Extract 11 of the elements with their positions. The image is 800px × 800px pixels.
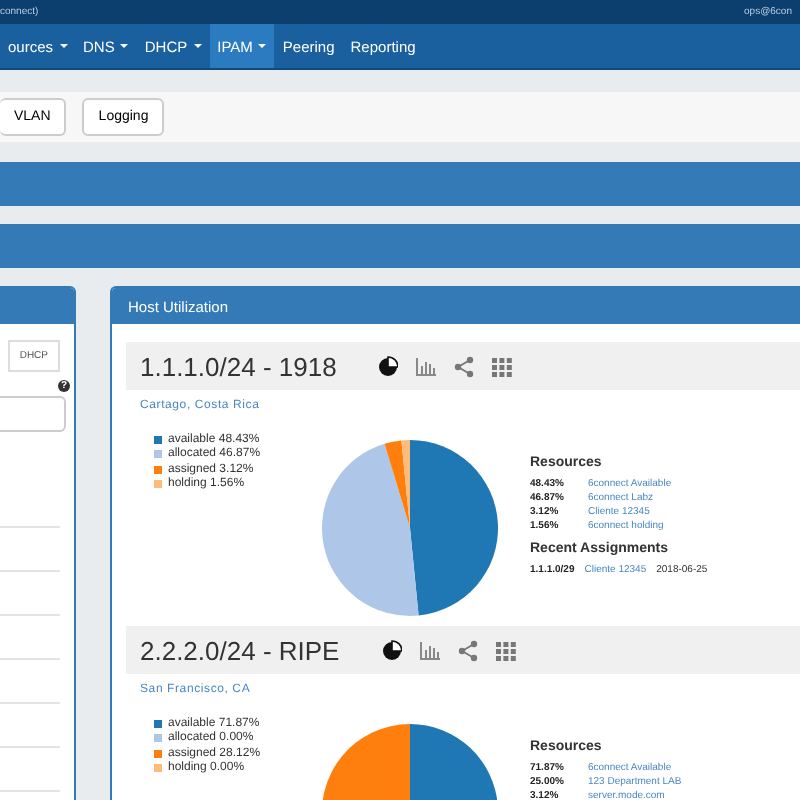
grid-icon[interactable]: [495, 639, 516, 661]
subnet-heading: 2.2.2.0/24 - RIPE: [140, 635, 340, 665]
bar-chart-icon[interactable]: [419, 639, 440, 661]
share-icon[interactable]: [457, 639, 478, 661]
grid-icon[interactable]: [492, 355, 513, 377]
pie-chart-icon[interactable]: [378, 355, 399, 377]
subnet-heading: 1.1.1.0/24 - 1918: [140, 351, 337, 381]
bar-chart-icon[interactable]: [416, 355, 437, 377]
share-icon[interactable]: [454, 355, 475, 377]
input-field[interactable]: [0, 396, 66, 432]
pie-chart-icon[interactable]: [381, 639, 402, 661]
